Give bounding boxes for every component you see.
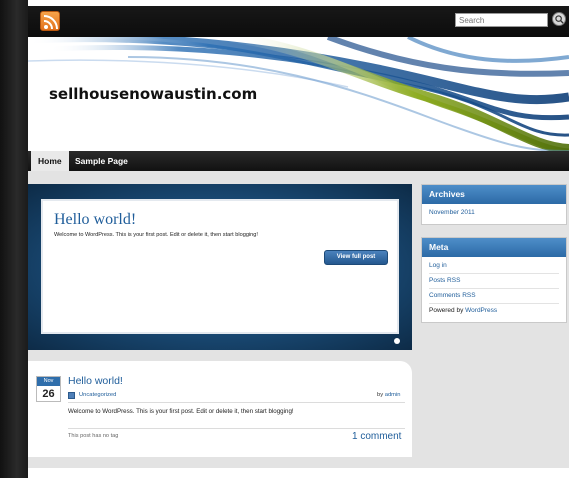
slider-dot-active[interactable] (394, 338, 400, 344)
meta-link-log-in[interactable]: Log in (429, 259, 559, 274)
search-input[interactable] (455, 13, 548, 27)
featured-post-excerpt: Welcome to WordPress. This is your first… (54, 232, 258, 238)
archives-widget-title: Archives (422, 185, 566, 204)
site-title[interactable]: sellhousenowaustin.com (49, 85, 257, 103)
header-banner: sellhousenowaustin.com (28, 37, 569, 151)
search-icon (555, 15, 564, 24)
meta-widget-title: Meta (422, 238, 566, 257)
post-date-day: 26 (42, 388, 55, 400)
folder-icon (68, 392, 75, 399)
powered-by-prefix: Powered by (429, 307, 466, 314)
post-tags: This post has no tag (68, 433, 119, 439)
bottom-strip (28, 468, 569, 478)
meta-widget: Meta Log in Posts RSS Comments RSS Power… (421, 237, 567, 323)
archive-link-november-2011[interactable]: November 2011 (429, 206, 559, 220)
nav-item-sample-page[interactable]: Sample Page (68, 151, 135, 171)
post-title[interactable]: Hello world! (68, 375, 123, 387)
left-edge-shadow (0, 0, 28, 478)
view-full-post-button[interactable]: View full post (324, 250, 388, 265)
post-meta-divider (68, 402, 405, 403)
post-comments-link[interactable]: 1 comment (352, 431, 401, 442)
featured-slider: Hello world! Welcome to WordPress. This … (28, 184, 412, 350)
meta-link-posts-rss[interactable]: Posts RSS (429, 274, 559, 289)
post-byline-prefix: by (377, 392, 385, 398)
powered-by-line: Powered by WordPress (429, 304, 559, 318)
post-footer-divider (68, 428, 405, 429)
post-date-month: Nov (37, 377, 60, 386)
featured-post-title[interactable]: Hello world! (54, 211, 136, 229)
wordpress-link[interactable]: WordPress (465, 307, 497, 314)
post-author-link[interactable]: admin (385, 392, 401, 398)
featured-post-card: Hello world! Welcome to WordPress. This … (41, 199, 399, 334)
nav-item-home[interactable]: Home (31, 151, 69, 171)
rss-icon[interactable] (40, 11, 60, 31)
post-date-badge: Nov 26 (36, 376, 61, 402)
top-strip (28, 0, 569, 6)
main-navigation: Home Sample Page (28, 151, 569, 171)
post-byline: by admin (377, 392, 401, 398)
post-excerpt: Welcome to WordPress. This is your first… (68, 408, 294, 415)
blog-post: Nov 26 Hello world! Uncategorized by adm… (28, 361, 412, 457)
search-button[interactable] (552, 12, 566, 26)
post-category-link[interactable]: Uncategorized (79, 392, 116, 398)
archives-widget: Archives November 2011 (421, 184, 567, 225)
meta-link-comments-rss[interactable]: Comments RSS (429, 289, 559, 304)
